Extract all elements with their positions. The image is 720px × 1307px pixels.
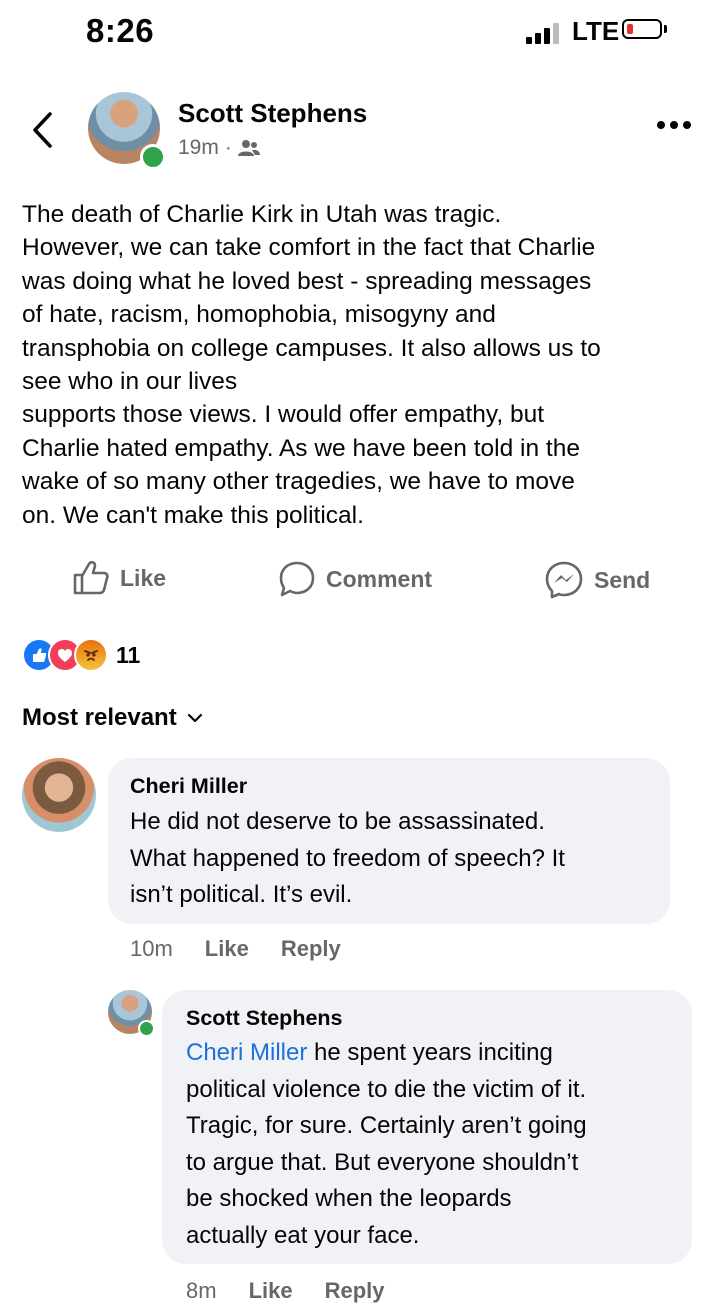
- reply-like-button[interactable]: Like: [249, 1278, 293, 1304]
- post-author[interactable]: Scott Stephens: [178, 98, 367, 129]
- reply-bubble: Scott Stephens Cheri Miller he spent yea…: [162, 990, 692, 1264]
- reply-text-body: he spent years inciting political violen…: [186, 1039, 587, 1249]
- reply-meta: 8m Like Reply: [186, 1278, 385, 1304]
- comment-meta: 10m Like Reply: [130, 936, 341, 962]
- online-indicator: [140, 144, 166, 170]
- comment-label: Comment: [326, 565, 433, 592]
- comment-text: He did not deserve to be assassinated. W…: [130, 808, 565, 908]
- comment-time[interactable]: 10m: [130, 936, 173, 962]
- battery-icon: [622, 19, 662, 39]
- send-label: Send: [594, 566, 651, 593]
- post-time[interactable]: 19m: [178, 136, 219, 160]
- post-meta: 19m ·: [178, 136, 260, 160]
- angry-reaction-icon: [74, 638, 108, 672]
- reaction-count: 11: [116, 641, 141, 668]
- reply-time[interactable]: 8m: [186, 1278, 217, 1304]
- commenter-avatar[interactable]: [22, 758, 96, 832]
- comment-sort-dropdown[interactable]: Most relevant: [22, 704, 203, 732]
- reply-text: Cheri Miller he spent years inciting pol…: [186, 1035, 686, 1254]
- back-arrow-icon[interactable]: [28, 110, 58, 150]
- comment-like-button[interactable]: Like: [205, 936, 249, 962]
- meta-separator: ·: [224, 136, 232, 159]
- post-body: The death of Charlie Kirk in Utah was tr…: [22, 201, 601, 529]
- messenger-icon: [545, 561, 583, 599]
- comment-author[interactable]: Cheri Miller: [130, 774, 247, 799]
- sort-label: Most relevant: [22, 704, 177, 731]
- like-label: Like: [120, 564, 167, 591]
- more-options-icon[interactable]: [656, 118, 692, 132]
- comment-reply-button[interactable]: Reply: [281, 936, 341, 962]
- like-button[interactable]: Like: [72, 560, 166, 596]
- online-indicator: [138, 1020, 155, 1037]
- comment-icon: [279, 561, 315, 597]
- thumbs-up-icon: [73, 560, 109, 595]
- reply-reply-button[interactable]: Reply: [325, 1278, 385, 1304]
- mention-link[interactable]: Cheri Miller: [186, 1039, 307, 1066]
- signal-icon: [526, 22, 559, 44]
- send-button[interactable]: Send: [544, 560, 650, 600]
- status-time: 8:26: [86, 12, 155, 49]
- battery-tip: [664, 25, 667, 33]
- reactions-summary[interactable]: 11: [22, 638, 140, 672]
- chevron-down-icon: [187, 713, 202, 723]
- network-label: LTE: [572, 16, 620, 46]
- friends-icon: [237, 140, 260, 156]
- reply-author[interactable]: Scott Stephens: [186, 1006, 343, 1031]
- comment-bubble: Cheri Miller He did not deserve to be as…: [108, 758, 670, 924]
- comment-button[interactable]: Comment: [278, 560, 432, 598]
